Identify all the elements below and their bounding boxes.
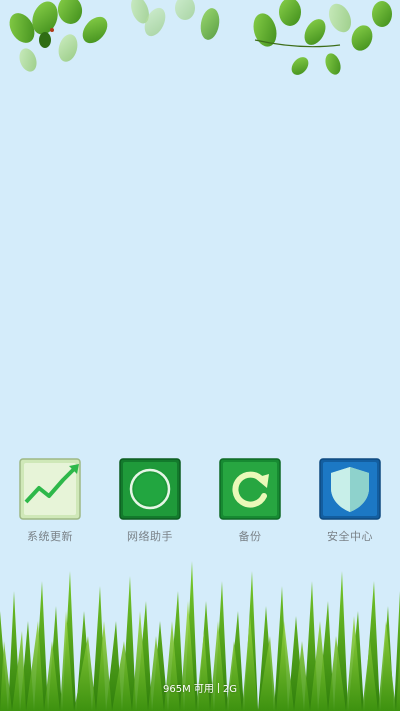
app-network-assistant[interactable]: 网络助手 [110, 458, 190, 544]
app-label: 备份 [238, 530, 262, 543]
refresh-arrow-icon [210, 458, 290, 520]
status-bar: 965M 可用 2G [0, 680, 400, 695]
app-label: 安全中心 [327, 530, 373, 543]
app-system-update[interactable]: 系统更新 [10, 458, 90, 544]
app-label: 网络助手 [127, 530, 173, 543]
app-dock: 系统更新 网络助手 备份 安全中心 [0, 458, 400, 548]
memory-status: 965M 可用 [162, 684, 214, 695]
app-security-center[interactable]: 安全中心 [310, 458, 390, 544]
chart-trend-icon [10, 458, 90, 520]
app-backup[interactable]: 备份 [210, 458, 290, 544]
network-ring-icon [110, 458, 190, 520]
app-label: 系统更新 [27, 530, 73, 543]
network-status: 2G [222, 684, 238, 695]
divider [217, 683, 219, 693]
leaves-decoration [9, 0, 392, 75]
home-wallpaper [0, 0, 400, 711]
shield-icon [310, 458, 390, 520]
